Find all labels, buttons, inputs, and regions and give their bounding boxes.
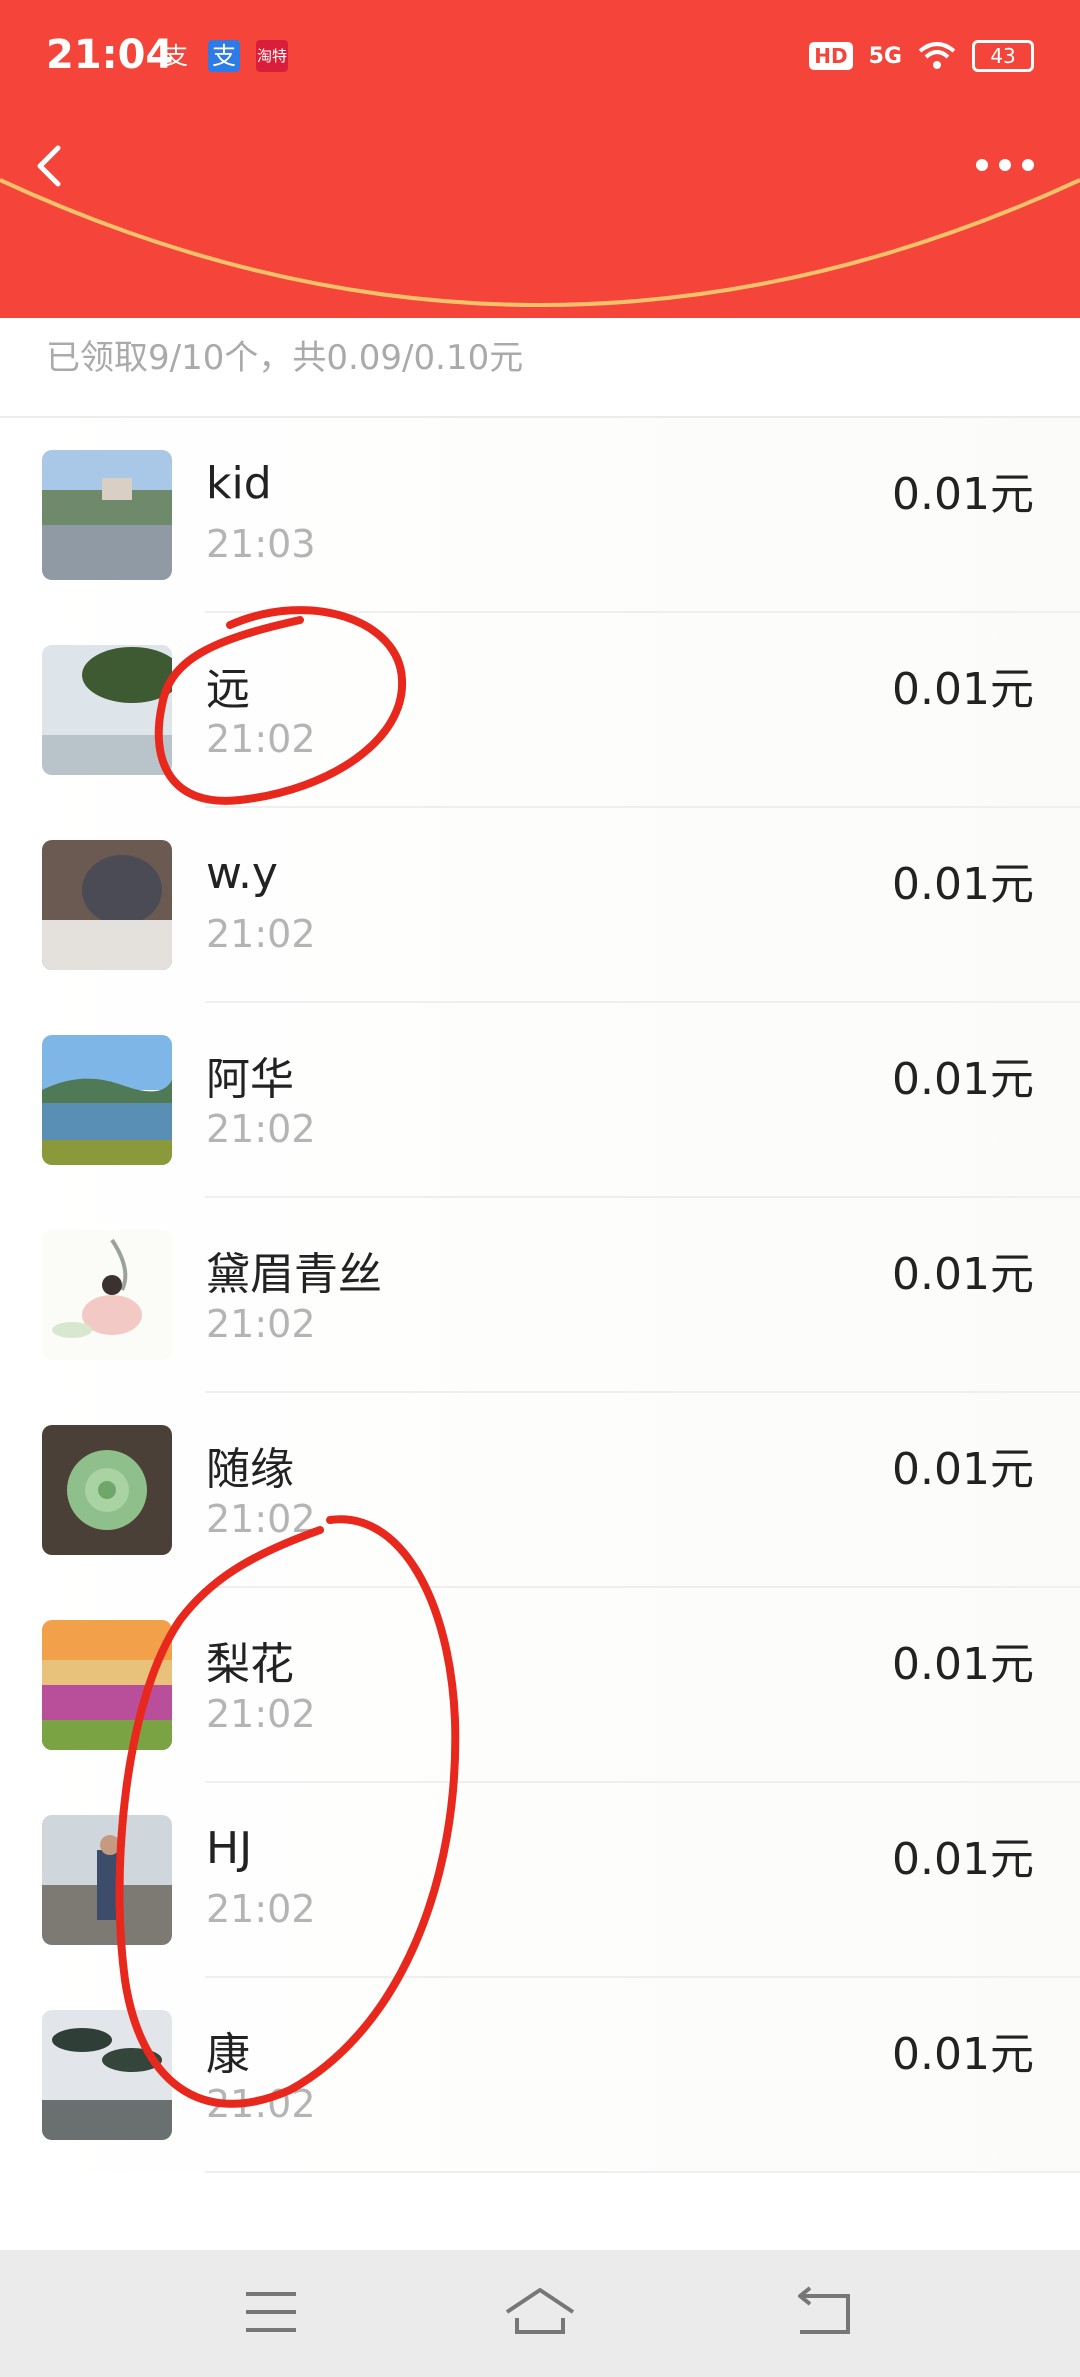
list-item[interactable]: 梨花 21:02 0.01元 bbox=[0, 1588, 1080, 1783]
more-button[interactable] bbox=[970, 140, 1040, 190]
home-button[interactable] bbox=[495, 2282, 585, 2342]
back-nav-button[interactable] bbox=[778, 2282, 868, 2342]
recipient-name: 黛眉青丝 bbox=[206, 1249, 382, 1300]
claim-amount: 0.01元 bbox=[892, 2029, 1034, 2080]
status-bar: 21:04 支 支 淘特 HD 5G 43 bbox=[0, 0, 1080, 120]
avatar bbox=[42, 1230, 172, 1360]
list-item[interactable]: 随缘 21:02 0.01元 bbox=[0, 1393, 1080, 1588]
avatar bbox=[42, 840, 172, 970]
back-icon bbox=[798, 2286, 850, 2334]
avatar bbox=[42, 645, 172, 775]
claim-amount: 0.01元 bbox=[892, 1054, 1034, 1105]
recipient-name: 阿华 bbox=[206, 1054, 294, 1105]
status-time: 21:04 bbox=[46, 32, 174, 78]
recipient-name: 梨花 bbox=[206, 1639, 294, 1690]
claim-time: 21:02 bbox=[206, 1107, 316, 1151]
signal-5g-icon: 5G bbox=[868, 43, 902, 69]
list-item[interactable]: kid 21:03 0.01元 bbox=[0, 418, 1080, 613]
recipient-name: 远 bbox=[206, 664, 250, 715]
list-item[interactable]: HJ 21:02 0.01元 bbox=[0, 1783, 1080, 1978]
recipient-list: kid 21:03 0.01元 远 21:02 0.01元 w.y 21:02 … bbox=[0, 418, 1080, 2173]
claim-amount: 0.01元 bbox=[892, 859, 1034, 910]
list-item[interactable]: w.y 21:02 0.01元 bbox=[0, 808, 1080, 1003]
claim-amount: 0.01元 bbox=[892, 664, 1034, 715]
recipient-name: 随缘 bbox=[206, 1444, 294, 1495]
claim-summary: 已领取9/10个，共0.09/0.10元 bbox=[46, 338, 524, 378]
alipay-notification-icon: 支 bbox=[164, 42, 188, 70]
avatar bbox=[42, 2010, 172, 2140]
more-dots-icon bbox=[976, 159, 1034, 171]
avatar bbox=[42, 1425, 172, 1555]
claim-time: 21:02 bbox=[206, 2082, 316, 2126]
alipay-app-notification-icon: 支 bbox=[208, 40, 240, 72]
list-item[interactable]: 康 21:02 0.01元 bbox=[0, 1978, 1080, 2173]
back-button[interactable] bbox=[20, 130, 80, 200]
system-nav-bar bbox=[0, 2250, 1080, 2377]
list-item[interactable]: 黛眉青丝 21:02 0.01元 bbox=[0, 1198, 1080, 1393]
battery-icon: 43 bbox=[972, 40, 1034, 72]
menu-button[interactable] bbox=[226, 2282, 316, 2342]
claim-time: 21:02 bbox=[206, 1302, 316, 1346]
claim-amount: 0.01元 bbox=[892, 1249, 1034, 1300]
avatar bbox=[42, 1035, 172, 1165]
claim-amount: 0.01元 bbox=[892, 1834, 1034, 1885]
wifi-icon bbox=[918, 42, 956, 69]
recipient-name: HJ bbox=[206, 1823, 253, 1874]
claim-time: 21:02 bbox=[206, 1692, 316, 1736]
claim-amount: 0.01元 bbox=[892, 1639, 1034, 1690]
list-item[interactable]: 阿华 21:02 0.01元 bbox=[0, 1003, 1080, 1198]
avatar bbox=[42, 1815, 172, 1945]
hd-badge: HD bbox=[809, 42, 853, 70]
claim-time: 21:03 bbox=[206, 522, 316, 566]
claim-time: 21:02 bbox=[206, 1887, 316, 1931]
recipient-name: w.y bbox=[206, 848, 278, 899]
taote-notification-icon: 淘特 bbox=[256, 40, 288, 72]
notification-icons: 支 支 淘特 bbox=[160, 40, 288, 74]
claim-time: 21:02 bbox=[206, 912, 316, 956]
claim-time: 21:02 bbox=[206, 717, 316, 761]
claim-amount: 0.01元 bbox=[892, 469, 1034, 520]
home-icon bbox=[505, 2288, 575, 2334]
claim-amount: 0.01元 bbox=[892, 1444, 1034, 1495]
avatar bbox=[42, 1620, 172, 1750]
menu-icon bbox=[246, 2292, 296, 2332]
avatar bbox=[42, 450, 172, 580]
system-status-icons: HD 5G 43 bbox=[809, 40, 1034, 72]
chevron-left-icon bbox=[37, 145, 61, 187]
recipient-name: 康 bbox=[206, 2029, 250, 2080]
list-item[interactable]: 远 21:02 0.01元 bbox=[0, 613, 1080, 808]
claim-time: 21:02 bbox=[206, 1497, 316, 1541]
recipient-name: kid bbox=[206, 458, 272, 509]
